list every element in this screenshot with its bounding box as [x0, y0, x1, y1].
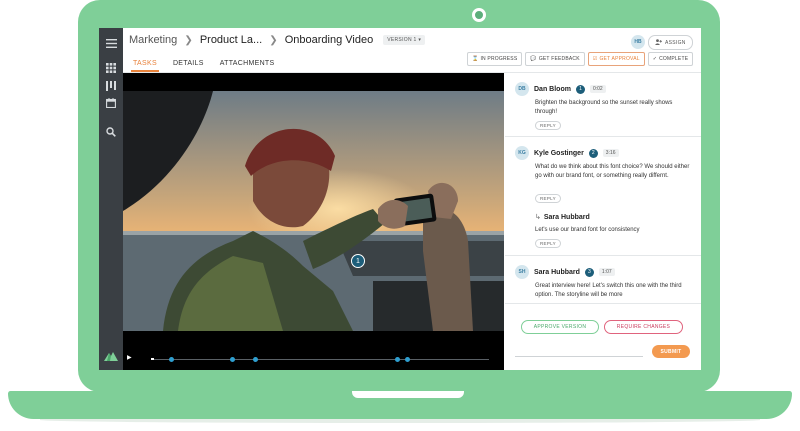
comment-marker[interactable]	[168, 356, 174, 362]
comment-number-badge[interactable]: 3	[584, 267, 594, 277]
decision-panel: APPROVE VERSION REQUIRE CHANGES SUBMIT	[505, 303, 701, 370]
logo-icon	[99, 346, 123, 366]
laptop-base	[8, 391, 792, 419]
video-player[interactable]: 1 ▶	[123, 73, 504, 370]
comment-timestamp[interactable]: 0:02	[589, 85, 606, 93]
video-frame[interactable]: 1	[123, 91, 504, 331]
tab-tasks[interactable]: TASKS	[131, 58, 159, 72]
comment-number-badge[interactable]: 1	[575, 84, 585, 94]
comment-author: Dan Bloom	[534, 85, 571, 93]
require-changes-button[interactable]: REQUIRE CHANGES	[604, 320, 683, 334]
check-icon: ✓	[652, 56, 658, 62]
in-progress-button[interactable]: ⌛ IN PROGRESS	[467, 52, 523, 66]
chevron-right-icon: ❯	[269, 34, 278, 46]
comment-author: Kyle Gostinger	[534, 149, 584, 157]
avatar: DB	[515, 82, 529, 96]
chat-icon: 💬	[530, 56, 537, 62]
comment-divider	[505, 136, 701, 137]
tab-bar: TASKS DETAILS ATTACHMENTS	[131, 58, 288, 72]
comment-timestamp[interactable]: 1:07	[598, 268, 615, 276]
avatar: SH	[515, 265, 529, 279]
video-controls: ▶	[123, 349, 504, 370]
reply-button[interactable]: REPLY	[535, 121, 561, 130]
complete-button[interactable]: ✓ COMPLETE	[647, 52, 694, 66]
submit-button[interactable]: SUBMIT	[652, 345, 690, 358]
comment-author: Sara Hubbard	[534, 268, 580, 276]
reply-button[interactable]: REPLY	[535, 239, 561, 248]
sub-reply-header: ↳ Sara Hubbard	[535, 213, 590, 222]
comment-marker[interactable]	[229, 356, 235, 362]
avatar[interactable]: HB	[631, 35, 645, 49]
comment-text: Great interview here! Let's switch this …	[535, 283, 682, 298]
tab-attachments[interactable]: ATTACHMENTS	[218, 58, 277, 72]
camera-dot	[472, 8, 486, 22]
breadcrumb-item-product[interactable]: Product La...	[200, 34, 262, 46]
left-sidebar	[99, 28, 123, 370]
approval-icon: ☑	[592, 56, 598, 62]
comment-timestamp[interactable]: 3:16	[602, 149, 619, 157]
add-user-icon	[655, 38, 662, 47]
comment-input[interactable]	[515, 356, 643, 357]
approve-version-button[interactable]: APPROVE VERSION	[521, 320, 599, 334]
reply-arrow-icon: ↳	[535, 214, 541, 221]
complete-label: COMPLETE	[659, 56, 689, 62]
assign-label: ASSIGN	[665, 39, 686, 46]
play-icon[interactable]: ▶	[127, 354, 132, 361]
comment-marker[interactable]	[405, 356, 411, 362]
comment-marker[interactable]	[253, 356, 259, 362]
version-dropdown[interactable]: VERSION 1 ▾	[383, 35, 426, 46]
get-feedback-label: GET FEEDBACK	[538, 56, 580, 62]
page-title: Onboarding Video	[284, 34, 374, 47]
calendar-icon[interactable]	[99, 93, 123, 113]
search-icon[interactable]	[99, 122, 123, 142]
reply-button[interactable]: REPLY	[535, 194, 561, 203]
get-feedback-button[interactable]: 💬 GET FEEDBACK	[525, 52, 585, 66]
chevron-right-icon: ❯	[184, 34, 193, 46]
avatar: KG	[515, 146, 529, 160]
hourglass-icon: ⌛	[472, 56, 479, 62]
comment-divider	[505, 255, 701, 256]
video-still	[123, 91, 504, 331]
in-progress-label: IN PROGRESS	[480, 56, 518, 62]
breadcrumb: Marketing ❯ Product La... ❯ Onboarding V…	[129, 34, 426, 47]
breadcrumb-item-marketing[interactable]: Marketing	[129, 34, 177, 46]
get-approval-label: GET APPROVAL	[599, 56, 640, 62]
tab-details[interactable]: DETAILS	[171, 58, 206, 72]
grid-icon[interactable]	[99, 58, 123, 78]
comment-text: What do we think about this font choice?…	[535, 164, 690, 179]
timeline-progress	[151, 358, 155, 360]
comment-text: Let's use our brand font for consistency	[535, 227, 640, 233]
comments-panel[interactable]: DB Dan Bloom 1 0:02 Brighten the backgro…	[505, 73, 701, 303]
assign-button[interactable]: ASSIGN	[648, 35, 693, 50]
laptop-notch	[352, 391, 464, 398]
app-screen: Marketing ❯ Product La... ❯ Onboarding V…	[99, 28, 701, 370]
annotation-pin[interactable]: 1	[351, 254, 365, 268]
comment-number-badge[interactable]: 2	[588, 148, 598, 158]
menu-icon[interactable]	[99, 32, 123, 54]
comment-author: Sara Hubbard	[543, 213, 590, 221]
get-approval-button[interactable]: ☑ GET APPROVAL	[587, 52, 645, 66]
workflow-actions: ⌛ IN PROGRESS 💬 GET FEEDBACK ☑ GET APPRO…	[467, 52, 694, 66]
comment-text: Brighten the background so the sunset re…	[535, 100, 673, 115]
top-bar: Marketing ❯ Product La... ❯ Onboarding V…	[123, 28, 701, 73]
comment-marker[interactable]	[395, 356, 401, 362]
timeline-scrubber[interactable]	[151, 356, 489, 362]
